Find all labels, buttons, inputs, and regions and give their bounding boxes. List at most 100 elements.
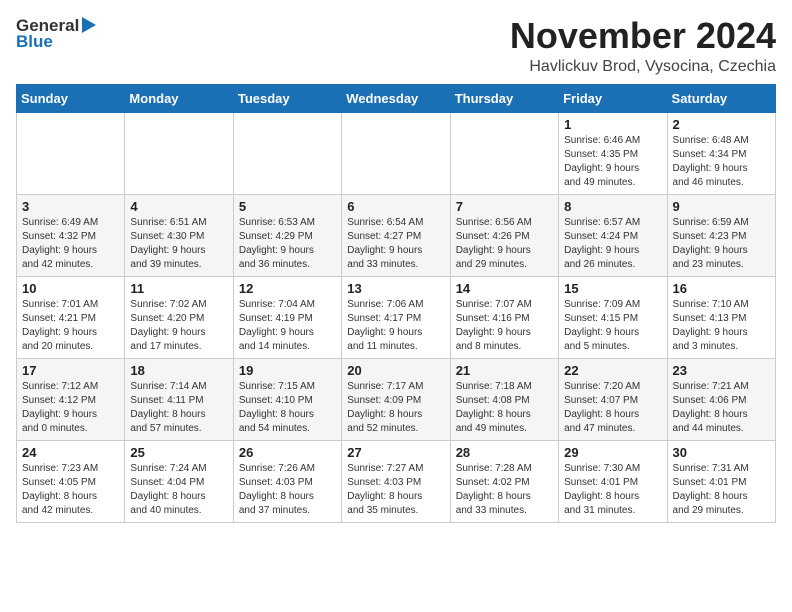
day-number: 12 xyxy=(239,281,336,296)
table-row: 12 Sunrise: 7:04 AM Sunset: 4:19 PM Dayli… xyxy=(233,276,341,358)
table-row: 11 Sunrise: 7:02 AM Sunset: 4:20 PM Dayli… xyxy=(125,276,233,358)
table-row: 28 Sunrise: 7:28 AM Sunset: 4:02 PM Dayli… xyxy=(450,440,558,522)
day-info: Sunrise: 7:06 AM Sunset: 4:17 PM Dayligh… xyxy=(347,298,444,354)
day-info: Sunrise: 7:30 AM Sunset: 4:01 PM Dayligh… xyxy=(564,462,661,518)
day-info: Sunrise: 7:17 AM Sunset: 4:09 PM Dayligh… xyxy=(347,380,444,436)
day-info: Sunrise: 7:20 AM Sunset: 4:07 PM Dayligh… xyxy=(564,380,661,436)
day-number: 7 xyxy=(456,199,553,214)
header-tuesday: Tuesday xyxy=(233,84,341,112)
day-number: 29 xyxy=(564,445,661,460)
day-info: Sunrise: 7:31 AM Sunset: 4:01 PM Dayligh… xyxy=(673,462,770,518)
table-row: 16 Sunrise: 7:10 AM Sunset: 4:13 PM Dayli… xyxy=(667,276,775,358)
header-thursday: Thursday xyxy=(450,84,558,112)
day-number: 25 xyxy=(130,445,227,460)
day-number: 10 xyxy=(22,281,119,296)
table-row: 1 Sunrise: 6:46 AM Sunset: 4:35 PM Daylig… xyxy=(559,112,667,194)
day-number: 23 xyxy=(673,363,770,378)
day-info: Sunrise: 7:18 AM Sunset: 4:08 PM Dayligh… xyxy=(456,380,553,436)
table-row: 21 Sunrise: 7:18 AM Sunset: 4:08 PM Dayli… xyxy=(450,358,558,440)
table-row: 8 Sunrise: 6:57 AM Sunset: 4:24 PM Daylig… xyxy=(559,194,667,276)
table-row: 30 Sunrise: 7:31 AM Sunset: 4:01 PM Dayli… xyxy=(667,440,775,522)
day-info: Sunrise: 6:46 AM Sunset: 4:35 PM Dayligh… xyxy=(564,134,661,190)
day-info: Sunrise: 7:09 AM Sunset: 4:15 PM Dayligh… xyxy=(564,298,661,354)
logo-arrow-icon xyxy=(82,17,96,33)
day-info: Sunrise: 7:14 AM Sunset: 4:11 PM Dayligh… xyxy=(130,380,227,436)
location-subtitle: Havlickuv Brod, Vysocina, Czechia xyxy=(510,58,776,76)
day-number: 6 xyxy=(347,199,444,214)
table-row: 5Sunrise: 6:53 AM Sunset: 4:29 PM Daylig… xyxy=(233,194,341,276)
day-number: 2 xyxy=(673,117,770,132)
table-row: 9 Sunrise: 6:59 AM Sunset: 4:23 PM Daylig… xyxy=(667,194,775,276)
day-number: 18 xyxy=(130,363,227,378)
day-number: 3 xyxy=(22,199,119,214)
table-row xyxy=(233,112,341,194)
day-number: 1 xyxy=(564,117,661,132)
table-row: 10 Sunrise: 7:01 AM Sunset: 4:21 PM Dayli… xyxy=(17,276,125,358)
day-number: 26 xyxy=(239,445,336,460)
day-number: 19 xyxy=(239,363,336,378)
day-info: Sunrise: 7:15 AM Sunset: 4:10 PM Dayligh… xyxy=(239,380,336,436)
day-info: Sunrise: 7:07 AM Sunset: 4:16 PM Dayligh… xyxy=(456,298,553,354)
header-monday: Monday xyxy=(125,84,233,112)
table-row: 20 Sunrise: 7:17 AM Sunset: 4:09 PM Dayli… xyxy=(342,358,450,440)
month-title: November 2024 xyxy=(510,16,776,56)
table-row: 4 Sunrise: 6:51 AM Sunset: 4:30 PM Daylig… xyxy=(125,194,233,276)
header-wednesday: Wednesday xyxy=(342,84,450,112)
day-number: 17 xyxy=(22,363,119,378)
day-info: Sunrise: 6:51 AM Sunset: 4:30 PM Dayligh… xyxy=(130,216,227,272)
table-row: 14 Sunrise: 7:07 AM Sunset: 4:16 PM Dayli… xyxy=(450,276,558,358)
table-row: 7Sunrise: 6:56 AM Sunset: 4:26 PM Daylig… xyxy=(450,194,558,276)
day-info: Sunrise: 7:28 AM Sunset: 4:02 PM Dayligh… xyxy=(456,462,553,518)
calendar-week-row: 17 Sunrise: 7:12 AM Sunset: 4:12 PM Dayli… xyxy=(17,358,776,440)
day-number: 30 xyxy=(673,445,770,460)
day-info: Sunrise: 7:12 AM Sunset: 4:12 PM Dayligh… xyxy=(22,380,119,436)
day-number: 24 xyxy=(22,445,119,460)
table-row xyxy=(17,112,125,194)
day-number: 20 xyxy=(347,363,444,378)
table-row: 15 Sunrise: 7:09 AM Sunset: 4:15 PM Dayli… xyxy=(559,276,667,358)
logo-blue-text: Blue xyxy=(16,32,53,52)
table-row: 3 Sunrise: 6:49 AM Sunset: 4:32 PM Daylig… xyxy=(17,194,125,276)
day-number: 4 xyxy=(130,199,227,214)
day-info: Sunrise: 7:01 AM Sunset: 4:21 PM Dayligh… xyxy=(22,298,119,354)
day-number: 8 xyxy=(564,199,661,214)
day-number: 11 xyxy=(130,281,227,296)
table-row: 2 Sunrise: 6:48 AM Sunset: 4:34 PM Daylig… xyxy=(667,112,775,194)
table-row: 22 Sunrise: 7:20 AM Sunset: 4:07 PM Dayli… xyxy=(559,358,667,440)
day-number: 21 xyxy=(456,363,553,378)
day-info: Sunrise: 6:48 AM Sunset: 4:34 PM Dayligh… xyxy=(673,134,770,190)
day-info: Sunrise: 6:59 AM Sunset: 4:23 PM Dayligh… xyxy=(673,216,770,272)
table-row: 24 Sunrise: 7:23 AM Sunset: 4:05 PM Dayli… xyxy=(17,440,125,522)
day-info: Sunrise: 6:53 AM Sunset: 4:29 PM Dayligh… xyxy=(239,216,336,272)
day-info: Sunrise: 7:10 AM Sunset: 4:13 PM Dayligh… xyxy=(673,298,770,354)
calendar-week-row: 10 Sunrise: 7:01 AM Sunset: 4:21 PM Dayli… xyxy=(17,276,776,358)
day-number: 15 xyxy=(564,281,661,296)
day-number: 22 xyxy=(564,363,661,378)
table-row xyxy=(125,112,233,194)
day-number: 28 xyxy=(456,445,553,460)
header-friday: Friday xyxy=(559,84,667,112)
day-info: Sunrise: 7:24 AM Sunset: 4:04 PM Dayligh… xyxy=(130,462,227,518)
day-info: Sunrise: 7:02 AM Sunset: 4:20 PM Dayligh… xyxy=(130,298,227,354)
table-row: 29 Sunrise: 7:30 AM Sunset: 4:01 PM Dayli… xyxy=(559,440,667,522)
day-info: Sunrise: 6:49 AM Sunset: 4:32 PM Dayligh… xyxy=(22,216,119,272)
day-number: 14 xyxy=(456,281,553,296)
day-info: Sunrise: 7:21 AM Sunset: 4:06 PM Dayligh… xyxy=(673,380,770,436)
table-row: 18 Sunrise: 7:14 AM Sunset: 4:11 PM Dayli… xyxy=(125,358,233,440)
day-number: 16 xyxy=(673,281,770,296)
title-section: November 2024 Havlickuv Brod, Vysocina, … xyxy=(510,16,776,76)
table-row: 6Sunrise: 6:54 AM Sunset: 4:27 PM Daylig… xyxy=(342,194,450,276)
day-info: Sunrise: 6:57 AM Sunset: 4:24 PM Dayligh… xyxy=(564,216,661,272)
day-info: Sunrise: 7:23 AM Sunset: 4:05 PM Dayligh… xyxy=(22,462,119,518)
table-row: 26 Sunrise: 7:26 AM Sunset: 4:03 PM Dayli… xyxy=(233,440,341,522)
day-info: Sunrise: 7:26 AM Sunset: 4:03 PM Dayligh… xyxy=(239,462,336,518)
calendar-week-row: 1 Sunrise: 6:46 AM Sunset: 4:35 PM Daylig… xyxy=(17,112,776,194)
day-number: 13 xyxy=(347,281,444,296)
page-header: General Blue November 2024 Havlickuv Bro… xyxy=(16,16,776,76)
calendar-week-row: 24 Sunrise: 7:23 AM Sunset: 4:05 PM Dayli… xyxy=(17,440,776,522)
day-number: 9 xyxy=(673,199,770,214)
header-saturday: Saturday xyxy=(667,84,775,112)
day-info: Sunrise: 7:04 AM Sunset: 4:19 PM Dayligh… xyxy=(239,298,336,354)
table-row: 19 Sunrise: 7:15 AM Sunset: 4:10 PM Dayli… xyxy=(233,358,341,440)
day-info: Sunrise: 7:27 AM Sunset: 4:03 PM Dayligh… xyxy=(347,462,444,518)
